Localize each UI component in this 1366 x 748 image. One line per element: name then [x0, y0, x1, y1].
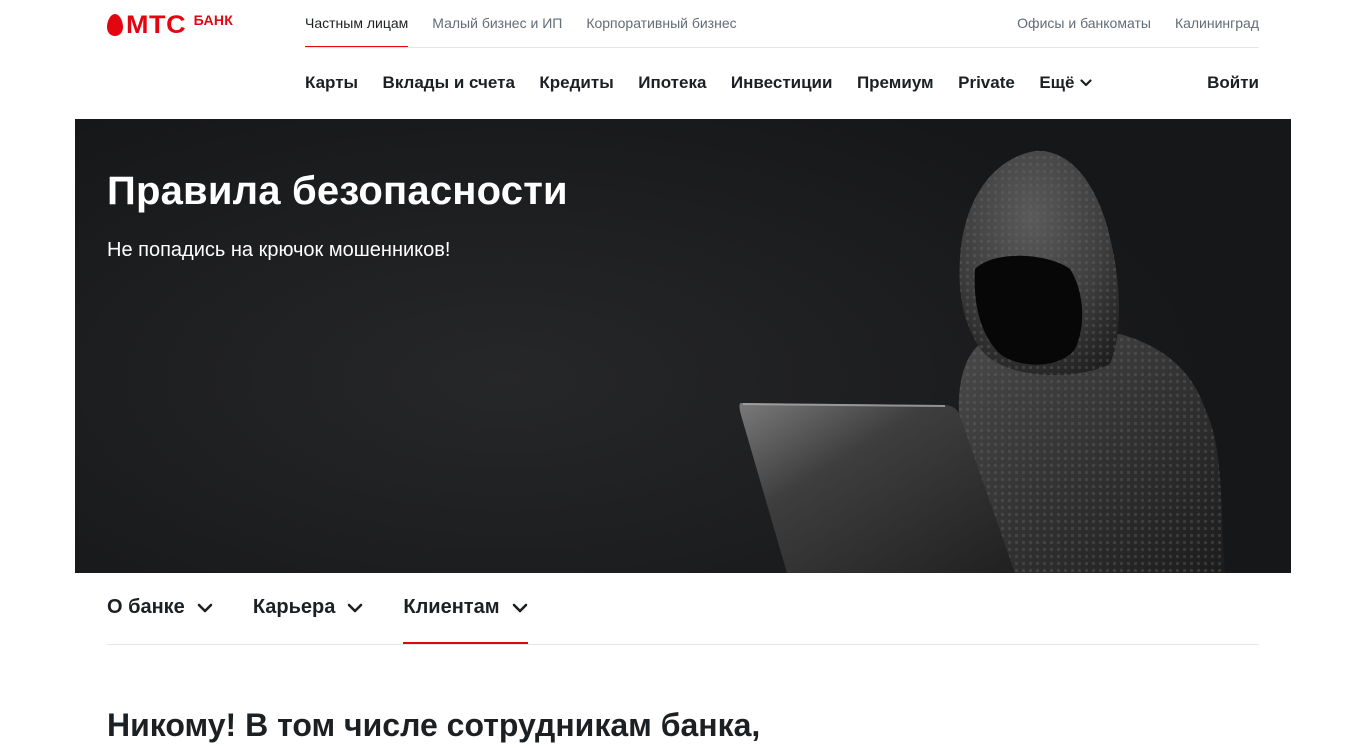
hero-subtitle: Не попадись на крючок мошенников!: [107, 239, 451, 261]
mts-egg-icon: [107, 14, 123, 36]
subnav-about-bank[interactable]: О банке: [107, 573, 213, 644]
site-header: МТС БАНК Частным лицам Малый бизнес и ИП…: [0, 0, 1366, 119]
subnav-label: Карьера: [252, 596, 336, 618]
chevron-down-icon: [1080, 79, 1093, 87]
subnav-label: О банке: [107, 596, 185, 618]
main-nav: Карты Вклады и счета Кредиты Ипотека Инв…: [305, 48, 1117, 118]
logo-brand-name: МТС: [126, 11, 187, 39]
mts-bank-logo[interactable]: МТС БАНК: [107, 12, 233, 38]
nav-item-investments[interactable]: Инвестиции: [731, 73, 833, 93]
subnav-label: Клиентам: [403, 596, 500, 618]
tab-corporate[interactable]: Корпоративный бизнес: [586, 0, 736, 48]
logo-brand-suffix: БАНК: [193, 12, 234, 28]
login-button[interactable]: Войти: [1207, 48, 1259, 118]
chevron-down-icon: [512, 603, 527, 612]
nav-item-premium[interactable]: Премиум: [857, 73, 934, 93]
hero-title: Правила безопасности: [107, 169, 568, 213]
subnav-career[interactable]: Карьера: [253, 573, 364, 644]
hero-banner: Правила безопасности Не попадись на крюч…: [75, 119, 1291, 573]
nav-item-credits[interactable]: Кредиты: [539, 73, 613, 93]
section-title: Никому! В том числе сотрудникам банка,: [107, 707, 761, 743]
nav-item-private[interactable]: Private: [958, 73, 1015, 93]
section-subnav: О банке Карьера Клиентам: [107, 573, 1259, 645]
chevron-down-icon: [348, 603, 363, 612]
city-selector[interactable]: Калининград: [1175, 0, 1259, 46]
segment-tabs: Частным лицам Малый бизнес и ИП Корпорат…: [305, 0, 761, 48]
nav-more-label: Ещё: [1039, 73, 1075, 92]
tab-small-business[interactable]: Малый бизнес и ИП: [432, 0, 562, 48]
nav-item-deposits[interactable]: Вклады и счета: [383, 73, 515, 93]
nav-item-mortgage[interactable]: Ипотека: [638, 73, 706, 93]
nav-item-cards[interactable]: Карты: [305, 73, 358, 93]
tab-private-clients[interactable]: Частным лицам: [305, 0, 409, 48]
subnav-clients[interactable]: Клиентам: [403, 573, 528, 644]
chevron-down-icon: [197, 603, 213, 612]
nav-item-more[interactable]: Ещё: [1039, 73, 1093, 93]
top-utility-links: Офисы и банкоматы Калининград: [993, 0, 1259, 46]
offices-link[interactable]: Офисы и банкоматы: [1017, 0, 1151, 46]
